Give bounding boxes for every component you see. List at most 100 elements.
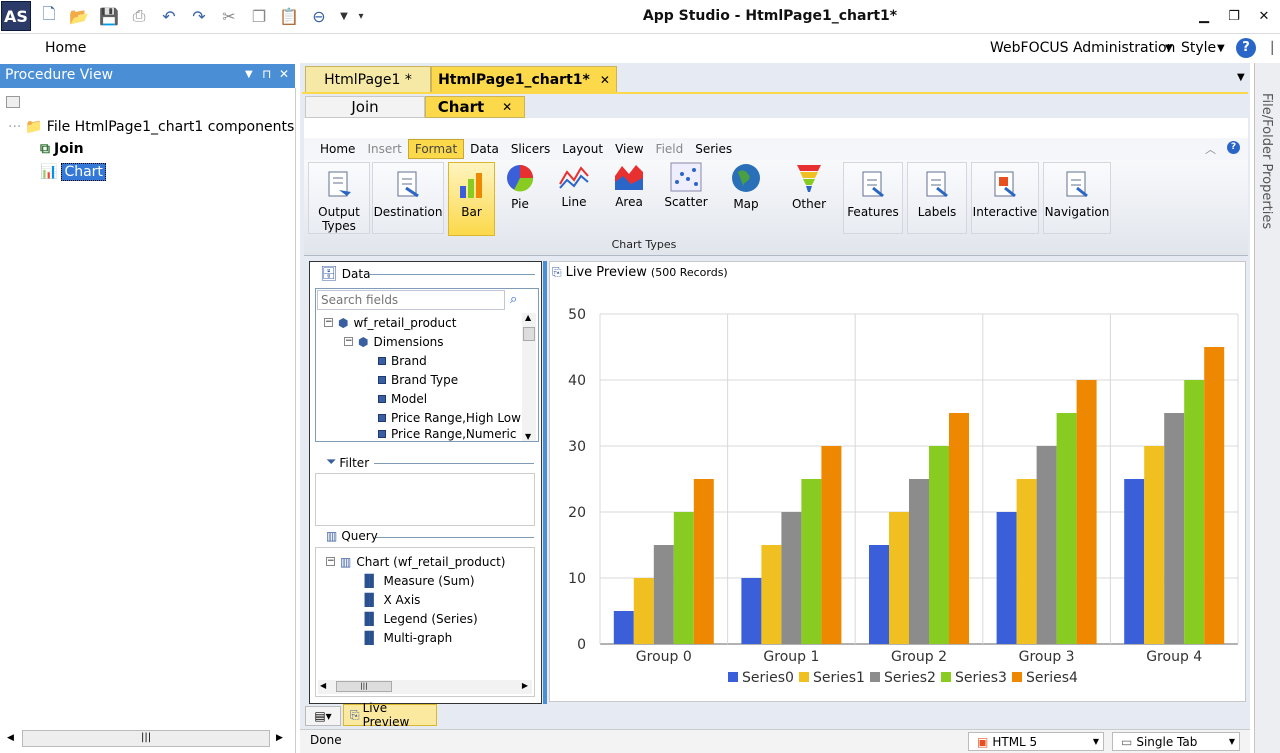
menu-style[interactable]: Style — [1181, 40, 1216, 56]
query-item[interactable]: ▐▌ Multi-graph — [360, 628, 452, 647]
close-window-icon[interactable]: ✕ — [1252, 7, 1276, 25]
scroll-right-icon[interactable]: ▶ — [276, 733, 283, 743]
view-switch-button[interactable]: ▤▾ — [305, 706, 341, 726]
database-icon: 🗄 — [320, 266, 338, 282]
doc-tab-htmlpage1[interactable]: HtmlPage1 * — [305, 66, 431, 92]
tree-source[interactable]: − ⬢ wf_retail_product — [324, 313, 456, 332]
search-fields-input[interactable] — [318, 291, 498, 309]
collapse-ribbon-icon[interactable]: ︿ — [1205, 141, 1216, 157]
help-scroll-icon[interactable]: ▕ — [1260, 38, 1276, 58]
bar — [761, 545, 782, 644]
ribbon-tab-slicers[interactable]: Slicers — [505, 140, 556, 158]
field-item[interactable]: Price Range,Numeric — [378, 427, 516, 441]
style-dropdown-icon[interactable]: ▼ — [1217, 43, 1225, 54]
y-tick-label: 30 — [568, 439, 586, 455]
y-tick-label: 10 — [568, 571, 586, 587]
chart-type-bar-button[interactable]: Bar — [448, 162, 495, 236]
ribbon-tab-series[interactable]: Series — [689, 140, 738, 158]
chart-type-pie-button[interactable]: Pie — [500, 162, 540, 234]
bar — [633, 578, 654, 644]
labels-button[interactable]: Labels — [907, 162, 967, 234]
filter-box[interactable] — [315, 473, 535, 526]
subtab-chart[interactable]: Chart ✕ — [425, 96, 525, 118]
minimize-icon[interactable]: ▁ — [1192, 7, 1216, 25]
doc-tab-chart1[interactable]: HtmlPage1_chart1* ✕ — [431, 66, 617, 92]
scroll-down-icon[interactable]: ▼ — [525, 432, 531, 441]
tree-dimensions[interactable]: − ⬢ Dimensions — [344, 332, 444, 351]
collapse-dimensions-icon[interactable]: − — [344, 337, 353, 346]
query-item[interactable]: ▐▌ Legend (Series) — [360, 609, 478, 628]
tree-toolbar-icon[interactable] — [6, 96, 20, 108]
scroll-up-icon[interactable]: ▲ — [525, 313, 531, 322]
field-item[interactable]: Brand Type — [378, 370, 458, 389]
splitter[interactable] — [543, 261, 547, 704]
query-item[interactable]: ▐▌ Measure (Sum) — [360, 571, 475, 590]
scroll-left-icon[interactable]: ◀ — [7, 733, 14, 743]
restore-icon[interactable]: ❐ — [1222, 7, 1246, 25]
file-folder-properties-tab[interactable]: File/Folder Properties — [1259, 93, 1274, 229]
tab-list-dropdown-icon[interactable]: ▼ — [1237, 72, 1245, 83]
tree-item-join[interactable]: ⧉ Join — [40, 141, 84, 157]
ribbon-tab-insert[interactable]: Insert — [361, 140, 407, 158]
help-icon[interactable]: ? — [1236, 38, 1256, 58]
menu-home[interactable]: Home — [45, 40, 86, 56]
ribbon-tab-data[interactable]: Data — [464, 140, 505, 158]
chart-type-line-button[interactable]: Line — [554, 162, 594, 234]
x-tick-label: Group 1 — [763, 649, 819, 665]
query-horizontal-scrollbar[interactable]: ◀ ||| ▶ — [318, 680, 532, 694]
ribbon-help-icon[interactable]: ? — [1227, 141, 1240, 154]
field-item[interactable]: Price Range,High Low — [378, 408, 521, 427]
ribbon-tab-home[interactable]: Home — [314, 140, 361, 158]
ribbon-tab-view[interactable]: View — [609, 140, 649, 158]
output-format-select[interactable]: ▣ HTML 5 ▼ — [968, 732, 1104, 751]
subtab-join[interactable]: Join — [305, 96, 425, 118]
query-scroll-left-icon[interactable]: ◀ — [320, 681, 326, 690]
close-panel-icon[interactable]: ✕ — [279, 67, 289, 81]
close-tab-icon[interactable]: ✕ — [600, 73, 610, 87]
features-button[interactable]: Features — [843, 162, 903, 234]
ribbon-tab-field[interactable]: Field — [650, 140, 690, 158]
destination-button[interactable]: Destination — [372, 162, 444, 234]
tab-mode-select[interactable]: ▭ Single Tab ▼ — [1112, 732, 1240, 751]
field-icon — [378, 413, 386, 422]
doc-tab-chart1-label: HtmlPage1_chart1* — [438, 71, 590, 88]
filter-section-rule — [374, 463, 534, 464]
query-scroll-thumb[interactable]: ||| — [336, 681, 392, 692]
panel-menu-icon[interactable]: ▼ — [245, 69, 253, 80]
collapse-source-icon[interactable]: − — [324, 318, 333, 327]
format-dropdown-icon[interactable]: ▼ — [1093, 737, 1099, 746]
interactive-button[interactable]: Interactive — [971, 162, 1039, 234]
chart-type-other-button[interactable]: Other — [789, 162, 829, 234]
query-root[interactable]: − ▥ Chart (wf_retail_product) — [326, 552, 505, 571]
chart-type-scatter-button[interactable]: Scatter — [664, 162, 708, 234]
ribbon-tab-format[interactable]: Format — [407, 139, 465, 159]
y-tick-label: 0 — [577, 637, 586, 653]
chart-type-area-button[interactable]: Area — [609, 162, 649, 234]
menu-webfocus-admin[interactable]: WebFOCUS Administration — [990, 40, 1175, 56]
pin-icon[interactable]: ⊓ — [262, 67, 271, 81]
search-icon[interactable]: ⌕ — [510, 292, 517, 307]
tab-mode-dropdown-icon[interactable]: ▼ — [1229, 737, 1235, 746]
query-item[interactable]: ▐▌ X Axis — [360, 590, 420, 609]
close-subtab-icon[interactable]: ✕ — [502, 100, 512, 114]
live-preview-tab[interactable]: ⎘ Live Preview — [343, 701, 437, 729]
right-side-strip: File/Folder Properties — [1254, 63, 1280, 753]
query-scroll-right-icon[interactable]: ▶ — [522, 681, 528, 690]
chart-type-map-button[interactable]: Map — [726, 162, 766, 234]
output-types-button[interactable]: Output Types — [308, 162, 370, 234]
collapse-query-icon[interactable]: − — [326, 557, 335, 566]
search-fields-input-box[interactable] — [317, 290, 505, 310]
tree-item-chart[interactable]: 📊 Chart — [40, 163, 106, 181]
admin-dropdown-icon[interactable]: ▼ — [1165, 43, 1173, 54]
scroll-thumb[interactable] — [523, 327, 535, 341]
fields-vertical-scrollbar[interactable]: ▲ ▼ — [522, 313, 536, 441]
live-preview-panel: ⎘ Live Preview (500 Records) 0 10 20 30 40 50… — [549, 261, 1246, 702]
left-horizontal-scrollbar[interactable]: ||| — [22, 730, 270, 747]
tree-root[interactable]: ··· 📁 File HtmlPage1_chart1 components — [8, 119, 294, 135]
field-item[interactable]: Model — [378, 389, 427, 408]
ribbon-tab-layout[interactable]: Layout — [556, 140, 609, 158]
output-types-icon — [321, 167, 357, 203]
field-item[interactable]: Brand — [378, 351, 427, 370]
x-tick-label: Group 2 — [891, 649, 947, 665]
navigation-button[interactable]: Navigation — [1043, 162, 1111, 234]
